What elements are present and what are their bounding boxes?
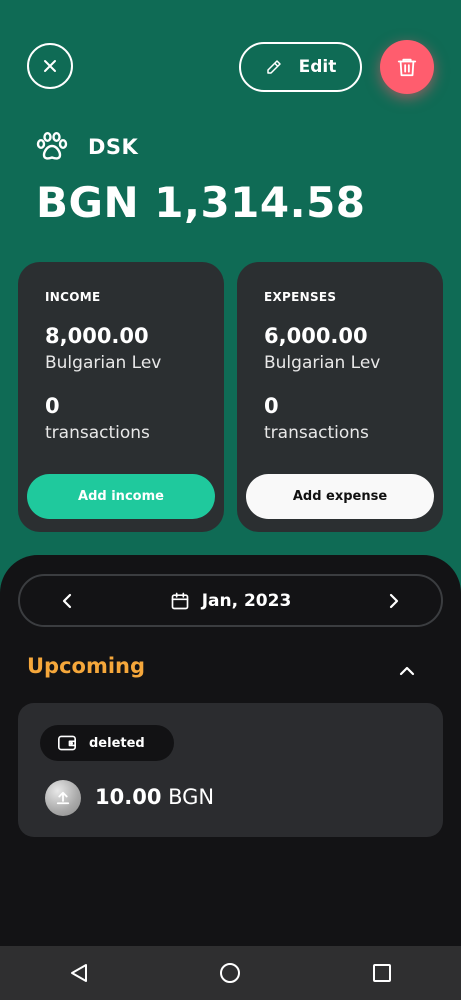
month-navigator: Jan, 2023 bbox=[18, 574, 443, 627]
income-transaction-count: 0 bbox=[45, 394, 60, 418]
collapse-upcoming-button[interactable] bbox=[394, 658, 420, 684]
account-balance: BGN 1,314.58 bbox=[36, 178, 366, 227]
chevron-up-icon bbox=[399, 666, 415, 676]
add-income-button[interactable]: Add income bbox=[27, 474, 215, 519]
expenses-transaction-count: 0 bbox=[264, 394, 279, 418]
income-amount: 8,000.00 bbox=[45, 324, 149, 348]
edit-button[interactable]: Edit bbox=[239, 42, 362, 92]
trash-icon bbox=[397, 58, 417, 77]
pencil-icon bbox=[266, 60, 281, 74]
expenses-amount: 6,000.00 bbox=[264, 324, 368, 348]
transaction-amount-value: 10.00 bbox=[95, 785, 162, 809]
income-card: INCOME 8,000.00 Bulgarian Lev 0 transact… bbox=[18, 262, 224, 532]
transaction-amount: 10.00 BGN bbox=[95, 785, 214, 809]
transaction-currency: BGN bbox=[168, 785, 215, 809]
expenses-title: EXPENSES bbox=[264, 290, 337, 304]
upload-icon bbox=[45, 780, 81, 816]
account-header: DSK bbox=[36, 132, 138, 162]
month-label: Jan, 2023 bbox=[201, 590, 292, 611]
wallet-tag: deleted bbox=[40, 725, 174, 761]
expenses-transactions-label: transactions bbox=[264, 423, 369, 443]
expenses-currency: Bulgarian Lev bbox=[264, 353, 381, 373]
income-currency: Bulgarian Lev bbox=[45, 353, 162, 373]
close-icon bbox=[44, 60, 56, 72]
calendar-icon bbox=[171, 592, 189, 609]
expenses-card: EXPENSES 6,000.00 Bulgarian Lev 0 transa… bbox=[237, 262, 443, 532]
next-month-button[interactable] bbox=[383, 590, 405, 612]
upcoming-section-title: Upcoming bbox=[27, 654, 146, 678]
paw-icon bbox=[36, 132, 68, 160]
wallet-tag-label: deleted bbox=[89, 735, 145, 751]
chevron-right-icon bbox=[389, 593, 399, 609]
back-icon[interactable] bbox=[68, 962, 90, 984]
add-expense-button[interactable]: Add expense bbox=[246, 474, 434, 519]
upcoming-transaction-item[interactable]: deleted 10.00 BGN bbox=[18, 703, 443, 837]
income-transactions-label: transactions bbox=[45, 423, 150, 443]
edit-button-label: Edit bbox=[298, 57, 337, 77]
close-button[interactable] bbox=[27, 43, 73, 89]
wallet-icon bbox=[58, 735, 76, 751]
home-icon[interactable] bbox=[219, 962, 241, 984]
delete-button[interactable] bbox=[380, 40, 434, 94]
account-name: DSK bbox=[88, 135, 139, 159]
month-picker[interactable]: Jan, 2023 bbox=[20, 576, 441, 625]
system-navigation-bar bbox=[0, 946, 461, 1000]
recent-apps-icon[interactable] bbox=[371, 962, 393, 984]
income-title: INCOME bbox=[45, 290, 101, 304]
